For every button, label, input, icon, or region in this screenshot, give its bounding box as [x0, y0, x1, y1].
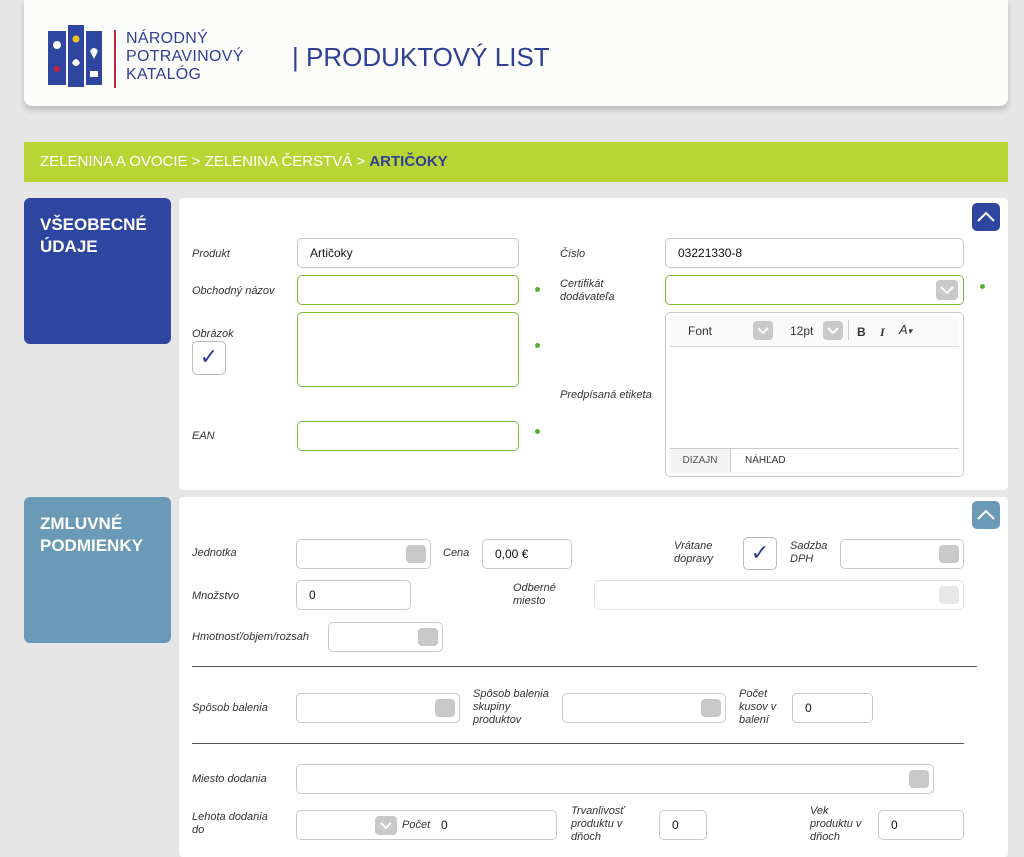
section-title-general: VŠEOBECNÉ ÚDAJE	[24, 198, 171, 344]
weight-label: Hmotnosť/objem/rozsah	[192, 631, 309, 643]
tab-preview[interactable]: NÁHĽAD	[731, 449, 959, 472]
required-dot-icon	[535, 343, 540, 348]
chevron-down-icon	[375, 816, 397, 835]
trade-name-input[interactable]	[297, 275, 519, 305]
section-divider	[192, 666, 977, 667]
chevron-down-icon	[406, 545, 426, 563]
logo-wordmark: NÁRODNÝ POTRAVINOVÝ KATALÓG	[126, 30, 244, 84]
product-input[interactable]: Artičoky	[297, 238, 519, 268]
section-divider	[192, 743, 964, 744]
pickup-label: Odberné miesto	[513, 582, 556, 607]
text-color-button[interactable]: A▾	[899, 322, 912, 337]
logo-line-3: KATALÓG	[126, 66, 202, 83]
catalog-logo-icon	[48, 25, 102, 87]
price-input[interactable]: 0,00 €	[482, 539, 572, 569]
trade-name-label: Obchodný názov	[192, 285, 275, 297]
image-checkbox[interactable]: ✓	[192, 341, 226, 375]
collapse-contract-button[interactable]	[972, 501, 1000, 529]
breadcrumb-item[interactable]: ZELENINA A OVOCIE	[40, 153, 188, 170]
label-label: Predpísaná etiketa	[560, 389, 652, 401]
pieces-label: Počet kusov v balení	[739, 688, 777, 726]
font-size-select[interactable]: 12pt	[790, 324, 813, 338]
number-input[interactable]: 03221330-8	[665, 238, 964, 268]
quantity-input[interactable]: 0	[296, 580, 411, 610]
logo-line-2: POTRAVINOVÝ	[126, 48, 244, 65]
ean-label: EAN	[192, 430, 215, 442]
chevron-up-icon	[977, 509, 995, 520]
italic-button[interactable]: I	[880, 325, 885, 340]
breadcrumb-current: ARTIČOKY	[369, 153, 448, 170]
pickup-select[interactable]	[594, 580, 964, 610]
required-dot-icon	[535, 429, 540, 434]
required-dot-icon	[535, 287, 540, 292]
delivery-time-label: Lehota dodania do	[192, 811, 268, 836]
chevron-down-icon	[753, 321, 773, 340]
packaging-select[interactable]	[296, 693, 460, 723]
breadcrumb-separator: >	[191, 153, 201, 170]
breadcrumb-separator: >	[356, 153, 366, 170]
price-label: Cena	[443, 547, 470, 559]
image-upload-area[interactable]	[297, 312, 519, 387]
certificate-label: Certifikát dodávateľa	[560, 278, 615, 303]
chevron-down-icon	[823, 321, 843, 340]
age-label: Vek produktu v dňoch	[810, 805, 862, 843]
delivery-time-dropdown[interactable]	[375, 816, 397, 835]
font-select[interactable]: Font	[688, 324, 712, 338]
collapse-general-button[interactable]	[972, 203, 1000, 231]
transport-label: Vrátane dopravy	[674, 540, 714, 565]
section-title-text: ZMLUVNÉ PODMIENKY	[40, 514, 143, 555]
count-label: Počet	[402, 819, 431, 831]
breadcrumb: ZELENINA A OVOCIE > ZELENINA ČERSTVÁ > A…	[24, 142, 1008, 182]
text-color-icon: A	[899, 322, 908, 337]
pieces-input[interactable]: 0	[792, 693, 873, 723]
dropdown-button[interactable]	[936, 279, 958, 301]
chevron-down-icon	[701, 699, 721, 717]
shelf-life-input[interactable]: 0	[659, 810, 707, 840]
bold-button[interactable]: B	[857, 325, 866, 339]
product-label: Produkt	[192, 248, 230, 260]
unit-label: Jednotka	[192, 547, 237, 559]
page-title: | PRODUKTOVÝ LIST	[292, 42, 550, 72]
group-packaging-label: Spôsob balenia skupiny produktov	[473, 688, 549, 726]
number-label: Číslo	[560, 248, 586, 260]
size-dropdown-button[interactable]	[823, 321, 843, 340]
chevron-up-icon	[977, 211, 995, 222]
vat-select[interactable]	[840, 539, 964, 569]
caret-down-icon: ▾	[907, 326, 913, 336]
tab-design[interactable]: DIZAJN	[670, 449, 731, 472]
editor-toolbar	[670, 316, 959, 347]
chevron-down-icon	[939, 586, 959, 604]
group-packaging-select[interactable]	[562, 693, 726, 723]
logo-divider	[114, 30, 116, 88]
breadcrumb-item[interactable]: ZELENINA ČERSTVÁ	[205, 153, 353, 170]
chevron-down-icon	[939, 545, 959, 563]
vat-label: Sadzba DPH	[790, 540, 828, 565]
logo-line-1: NÁRODNÝ	[126, 30, 209, 47]
quantity-label: Množstvo	[192, 590, 240, 602]
chevron-down-icon	[909, 770, 929, 788]
packaging-label: Spôsob balenia	[192, 702, 268, 714]
delivery-place-label: Miesto dodania	[192, 773, 267, 785]
section-title-contract: ZMLUVNÉ PODMIENKY	[24, 497, 171, 643]
chevron-down-icon	[418, 628, 438, 646]
ean-input[interactable]	[297, 421, 519, 451]
age-input[interactable]: 0	[878, 810, 964, 840]
section-title-text: VŠEOBECNÉ ÚDAJE	[40, 215, 147, 256]
unit-select[interactable]	[296, 539, 431, 569]
count-input[interactable]: 0	[441, 818, 448, 832]
toolbar-divider	[848, 320, 849, 340]
transport-checkbox[interactable]: ✓	[743, 537, 777, 570]
font-dropdown-button[interactable]	[753, 321, 773, 340]
weight-select[interactable]	[328, 622, 443, 652]
chevron-down-icon	[936, 280, 958, 300]
chevron-down-icon	[435, 699, 455, 717]
shelf-life-label: Trvanlivosť produktu v dňoch	[571, 805, 625, 843]
required-dot-icon	[980, 284, 985, 289]
image-label: Obrázok	[192, 328, 234, 340]
certificate-select[interactable]	[665, 275, 964, 305]
delivery-place-select[interactable]	[296, 764, 934, 794]
